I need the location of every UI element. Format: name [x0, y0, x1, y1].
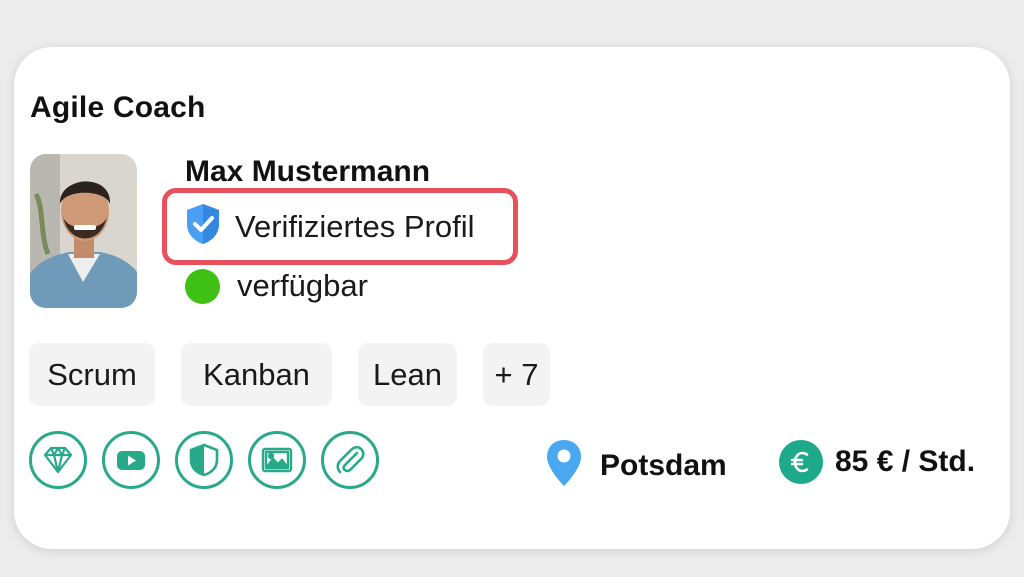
diamond-icon[interactable]: [29, 431, 87, 489]
profile-card[interactable]: Agile Coach Max Mustermann Verifiziertes…: [14, 47, 1010, 549]
location-pin-icon: [544, 438, 584, 493]
profile-name: Max Mustermann: [185, 155, 431, 188]
availability-status: verfügbar: [185, 268, 368, 304]
hourly-rate: 85 € / Std.: [779, 440, 975, 484]
skill-tag[interactable]: Kanban: [181, 343, 332, 406]
avatar: [30, 154, 137, 308]
location: Potsdam: [544, 438, 727, 493]
location-label: Potsdam: [600, 448, 727, 482]
availability-label: verfügbar: [237, 268, 368, 303]
euro-icon: [779, 440, 823, 484]
paperclip-icon[interactable]: [321, 431, 379, 489]
skill-tag[interactable]: Lean: [358, 343, 457, 406]
status-dot-icon: [185, 268, 220, 304]
youtube-icon[interactable]: [102, 431, 160, 489]
job-title: Agile Coach: [30, 91, 206, 124]
image-icon[interactable]: [248, 431, 306, 489]
shield-icon[interactable]: [175, 431, 233, 489]
skill-tag[interactable]: Scrum: [29, 343, 155, 406]
verified-profile-badge[interactable]: Verifiziertes Profil: [162, 188, 518, 265]
more-tags-button[interactable]: + 7: [483, 343, 550, 406]
verified-label: Verifiziertes Profil: [235, 208, 475, 244]
rate-label: 85 € / Std.: [835, 445, 976, 478]
verified-shield-icon: [184, 202, 222, 251]
